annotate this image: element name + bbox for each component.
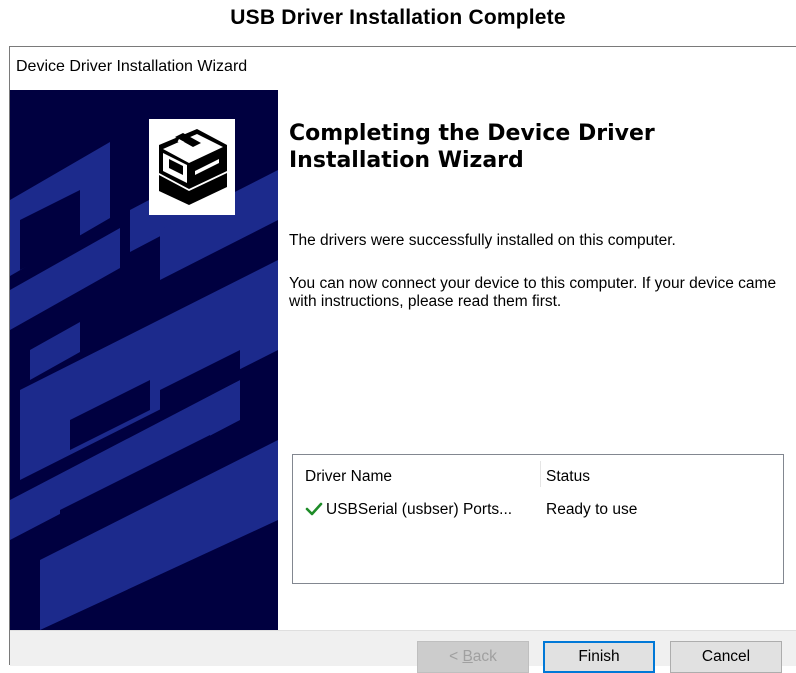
checkmark-icon	[305, 502, 323, 516]
wizard-sidebar-banner	[10, 90, 278, 630]
back-button-mnemonic: B	[462, 648, 473, 665]
page-caption: USB Driver Installation Complete	[230, 6, 566, 29]
title-bar: Device Driver Installation Wizard	[10, 47, 796, 90]
wizard-window: Device Driver Installation Wizard Comple…	[9, 46, 796, 673]
list-item[interactable]: USBSerial (usbser) Ports... Ready to use	[293, 499, 783, 523]
driver-name-cell: USBSerial (usbser) Ports...	[326, 501, 513, 518]
driver-status-cell: Ready to use	[546, 501, 638, 518]
sidebar-pattern	[10, 142, 278, 630]
back-button-rest: ack	[472, 648, 497, 665]
device-driver-logo-icon	[149, 119, 235, 215]
success-message: The drivers were successfully installed …	[289, 232, 676, 249]
column-header-status[interactable]: Status	[546, 468, 590, 486]
back-button[interactable]: < Back	[417, 641, 529, 673]
cancel-button[interactable]: Cancel	[670, 641, 782, 673]
window-title: Device Driver Installation Wizard	[16, 58, 248, 75]
wizard-button-bar: < Back Finish Cancel	[10, 630, 796, 673]
column-divider[interactable]	[540, 461, 541, 487]
driver-list[interactable]: Driver Name Status USBSerial (usbser) Po…	[292, 454, 784, 584]
column-header-driver-name[interactable]: Driver Name	[305, 468, 392, 486]
back-button-prefix: <	[449, 648, 463, 665]
instructions-message: You can now connect your device to this …	[289, 275, 777, 310]
wizard-heading: Completing the Device Driver Installatio…	[289, 121, 655, 173]
wizard-content: Completing the Device Driver Installatio…	[278, 90, 796, 630]
finish-button[interactable]: Finish	[543, 641, 655, 673]
driver-list-header: Driver Name Status	[293, 455, 783, 491]
